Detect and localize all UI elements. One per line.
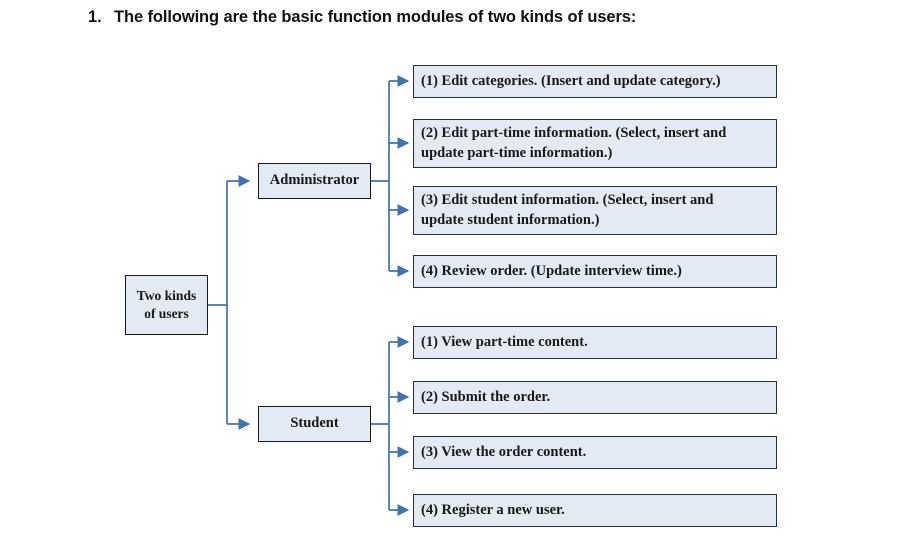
node-admin-item-3-line2: update student information.) — [421, 211, 600, 228]
node-student-item-2[interactable]: (2) Submit the order. — [413, 381, 777, 414]
node-student-item-1[interactable]: (1) View part-time content. — [413, 326, 777, 359]
node-admin-item-1-line1: (1) Edit categories. (Insert and update … — [421, 72, 721, 89]
node-admin-item-2-line1: (2) Edit part-time information. (Select,… — [421, 124, 727, 141]
node-root-label: Two kinds of users — [137, 287, 196, 323]
node-admin-item-1[interactable]: (1) Edit categories. (Insert and update … — [413, 65, 777, 98]
node-administrator-label: Administrator — [269, 172, 360, 189]
node-student-item-4[interactable]: (4) Register a new user. — [413, 494, 777, 527]
node-administrator[interactable]: Administrator — [258, 163, 371, 199]
node-admin-item-4[interactable]: (4) Review order. (Update interview time… — [413, 255, 777, 288]
node-admin-item-4-line1: (4) Review order. (Update interview time… — [421, 262, 682, 279]
node-student-item-3-text: (3) View the order content. — [421, 443, 586, 463]
node-student[interactable]: Student — [258, 406, 371, 442]
connector-root-to-roles — [208, 175, 251, 430]
node-root-label-line1: Two kinds — [136, 287, 197, 303]
node-admin-item-1-text: (1) Edit categories. (Insert and update … — [421, 72, 721, 92]
node-admin-item-3-line1: (3) Edit student information. (Select, i… — [421, 191, 714, 208]
diagram-page: 1. The following are the basic function m… — [0, 0, 897, 554]
node-student-item-1-line1: (1) View part-time content. — [421, 333, 588, 350]
node-admin-item-2-text: (2) Edit part-time information. (Select,… — [421, 124, 726, 163]
node-student-item-4-line1: (4) Register a new user. — [421, 501, 565, 518]
node-admin-item-3-text: (3) Edit student information. (Select, i… — [421, 191, 713, 230]
node-admin-item-2-line2: update part-time information.) — [421, 144, 613, 161]
node-admin-item-3[interactable]: (3) Edit student information. (Select, i… — [413, 186, 777, 235]
connector-administrator-to-items — [371, 75, 410, 277]
node-student-item-2-line1: (2) Submit the order. — [421, 388, 551, 405]
node-root-label-line2: of users — [144, 306, 189, 321]
node-student-label: Student — [290, 415, 339, 432]
node-student-item-4-text: (4) Register a new user. — [421, 501, 565, 521]
node-student-item-3[interactable]: (3) View the order content. — [413, 436, 777, 469]
node-student-item-1-text: (1) View part-time content. — [421, 333, 588, 353]
connector-student-to-items — [371, 336, 410, 516]
node-admin-item-2[interactable]: (2) Edit part-time information. (Select,… — [413, 119, 777, 168]
node-student-item-2-text: (2) Submit the order. — [421, 388, 550, 408]
node-admin-item-4-text: (4) Review order. (Update interview time… — [421, 262, 682, 282]
node-two-kinds-of-users[interactable]: Two kinds of users — [125, 275, 208, 335]
node-student-item-3-line1: (3) View the order content. — [421, 443, 587, 460]
